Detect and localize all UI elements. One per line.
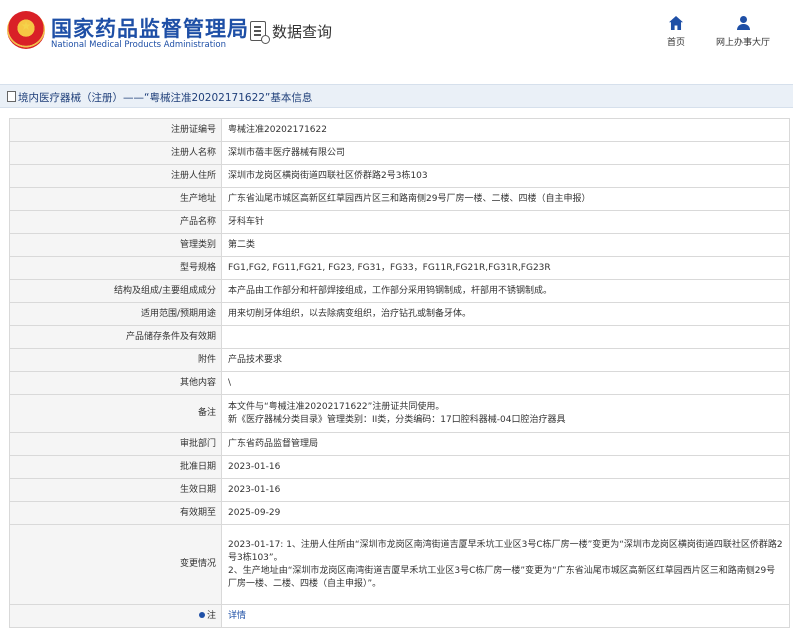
table-row: 审批部门 广东省药品监督管理局 bbox=[9, 432, 790, 456]
table-row: 注册证编号 粤械注准20202171622 bbox=[9, 118, 790, 142]
user-icon bbox=[736, 16, 750, 30]
record-title-bar: 境内医疗器械（注册）——“粤械注准20202171622”基本信息 bbox=[0, 84, 793, 108]
row-value-multiline: 2023-01-17: 1、注册人住所由“深圳市龙岗区南湾街道吉厦早禾坑工业区3… bbox=[221, 524, 790, 605]
row-label: 备注 bbox=[9, 394, 222, 433]
table-row: 结构及组成/主要组成成分 本产品由工作部分和杆部焊接组成，工作部分采用钨钢制成，… bbox=[9, 279, 790, 303]
registration-info-table: 注册证编号 粤械注准20202171622 注册人名称 深圳市蓓丰医疗器械有限公… bbox=[9, 118, 790, 628]
table-row: 产品名称 牙科车针 bbox=[9, 210, 790, 234]
row-label: 注册证编号 bbox=[9, 118, 222, 142]
national-emblem-logo[interactable] bbox=[7, 11, 45, 49]
remark-line-1: 本文件与“粤械注准20202171622”注册证共同使用。 bbox=[228, 401, 445, 412]
row-value: 牙科车针 bbox=[221, 210, 790, 234]
row-value: 深圳市龙岗区横岗街道四联社区侨群路2号3栋103 bbox=[221, 164, 790, 188]
row-label: 生产地址 bbox=[9, 187, 222, 211]
row-value: 2023-01-16 bbox=[221, 455, 790, 479]
change-line-1: 2023-01-17: 1、注册人住所由“深圳市龙岗区南湾街道吉厦早禾坑工业区3… bbox=[228, 539, 783, 563]
table-row: 其他内容 \ bbox=[9, 371, 790, 395]
row-value: 广东省汕尾市城区高新区红草园西片区三和路南侧29号厂房一楼、二楼、四楼（自主申报… bbox=[221, 187, 790, 211]
row-label: 批准日期 bbox=[9, 455, 222, 479]
nav-home-link[interactable]: 首页 bbox=[644, 16, 708, 48]
row-value: 详情 bbox=[221, 604, 790, 628]
data-query-title: 数据查询 bbox=[272, 23, 333, 41]
row-label: 附件 bbox=[9, 348, 222, 372]
row-label: 型号规格 bbox=[9, 256, 222, 280]
row-label: 产品储存条件及有效期 bbox=[9, 325, 222, 349]
table-row: 附件 产品技术要求 bbox=[9, 348, 790, 372]
row-label: 适用范围/预期用途 bbox=[9, 302, 222, 326]
record-title: 境内医疗器械（注册）——“粤械注准20202171622”基本信息 bbox=[18, 92, 313, 104]
nav-online-hall-label: 网上办事大厅 bbox=[715, 38, 770, 48]
remark-line-2: 新《医疗器械分类目录》管理类别：II类，分类编码：17口腔科器械-04口腔治疗器… bbox=[228, 414, 566, 425]
row-label: 注册人住所 bbox=[9, 164, 222, 188]
row-label: 审批部门 bbox=[9, 432, 222, 456]
row-label: 结构及组成/主要组成成分 bbox=[9, 279, 222, 303]
data-query-icon bbox=[250, 21, 270, 44]
row-label: 管理类别 bbox=[9, 233, 222, 257]
row-value bbox=[221, 325, 790, 349]
details-link[interactable]: 详情 bbox=[228, 611, 246, 621]
row-value: 第二类 bbox=[221, 233, 790, 257]
row-value: 本产品由工作部分和杆部焊接组成，工作部分采用钨钢制成，杆部用不锈钢制成。 bbox=[221, 279, 790, 303]
row-value: 粤械注准20202171622 bbox=[221, 118, 790, 142]
home-icon bbox=[669, 16, 683, 30]
table-row: 备注 本文件与“粤械注准20202171622”注册证共同使用。 新《医疗器械分… bbox=[9, 394, 790, 433]
table-row: 适用范围/预期用途 用来切削牙体组织，以去除病变组织，治疗钻孔或制备牙体。 bbox=[9, 302, 790, 326]
nav-online-hall-link[interactable]: 网上办事大厅 bbox=[710, 16, 776, 48]
table-row: 生效日期 2023-01-16 bbox=[9, 478, 790, 502]
note-label: 注 bbox=[206, 610, 216, 621]
row-label: 有效期至 bbox=[9, 501, 222, 525]
note-icon bbox=[198, 612, 205, 618]
table-row: 注 详情 bbox=[9, 604, 790, 628]
table-row: 注册人名称 深圳市蓓丰医疗器械有限公司 bbox=[9, 141, 790, 165]
row-label: 其他内容 bbox=[9, 371, 222, 395]
agency-name-cn[interactable]: 国家药品监督管理局 bbox=[51, 13, 249, 43]
row-value: 用来切削牙体组织，以去除病变组织，治疗钻孔或制备牙体。 bbox=[221, 302, 790, 326]
row-label: 注册人名称 bbox=[9, 141, 222, 165]
nav-home-label: 首页 bbox=[666, 38, 685, 48]
table-row: 变更情况 2023-01-17: 1、注册人住所由“深圳市龙岗区南湾街道吉厦早禾… bbox=[9, 524, 790, 605]
table-row: 有效期至 2025-09-29 bbox=[9, 501, 790, 525]
row-value-multiline: 本文件与“粤械注准20202171622”注册证共同使用。 新《医疗器械分类目录… bbox=[221, 394, 790, 433]
table-row: 生产地址 广东省汕尾市城区高新区红草园西片区三和路南侧29号厂房一楼、二楼、四楼… bbox=[9, 187, 790, 211]
site-header: 国家药品监督管理局 National Medical Products Admi… bbox=[0, 0, 793, 66]
table-row: 注册人住所 深圳市龙岗区横岗街道四联社区侨群路2号3栋103 bbox=[9, 164, 790, 188]
row-value: 深圳市蓓丰医疗器械有限公司 bbox=[221, 141, 790, 165]
row-value: 产品技术要求 bbox=[221, 348, 790, 372]
table-row: 型号规格 FG1,FG2, FG11,FG21, FG23, FG31，FG33… bbox=[9, 256, 790, 280]
agency-name-en[interactable]: National Medical Products Administration bbox=[51, 40, 226, 50]
change-line-2: 2、生产地址由“深圳市龙岗区南湾街道吉厦早禾坑工业区3号C栋厂房一楼”变更为“广… bbox=[228, 565, 776, 589]
document-icon bbox=[7, 91, 16, 102]
table-row: 批准日期 2023-01-16 bbox=[9, 455, 790, 479]
row-value: 广东省药品监督管理局 bbox=[221, 432, 790, 456]
row-value: FG1,FG2, FG11,FG21, FG23, FG31，FG33，FG11… bbox=[221, 256, 790, 280]
row-label: 产品名称 bbox=[9, 210, 222, 234]
row-label: 生效日期 bbox=[9, 478, 222, 502]
table-row: 管理类别 第二类 bbox=[9, 233, 790, 257]
table-row: 产品储存条件及有效期 bbox=[9, 325, 790, 349]
row-label: 变更情况 bbox=[9, 524, 222, 605]
row-value: \ bbox=[221, 371, 790, 395]
row-label: 注 bbox=[9, 604, 222, 628]
row-value: 2023-01-16 bbox=[221, 478, 790, 502]
row-value: 2025-09-29 bbox=[221, 501, 790, 525]
